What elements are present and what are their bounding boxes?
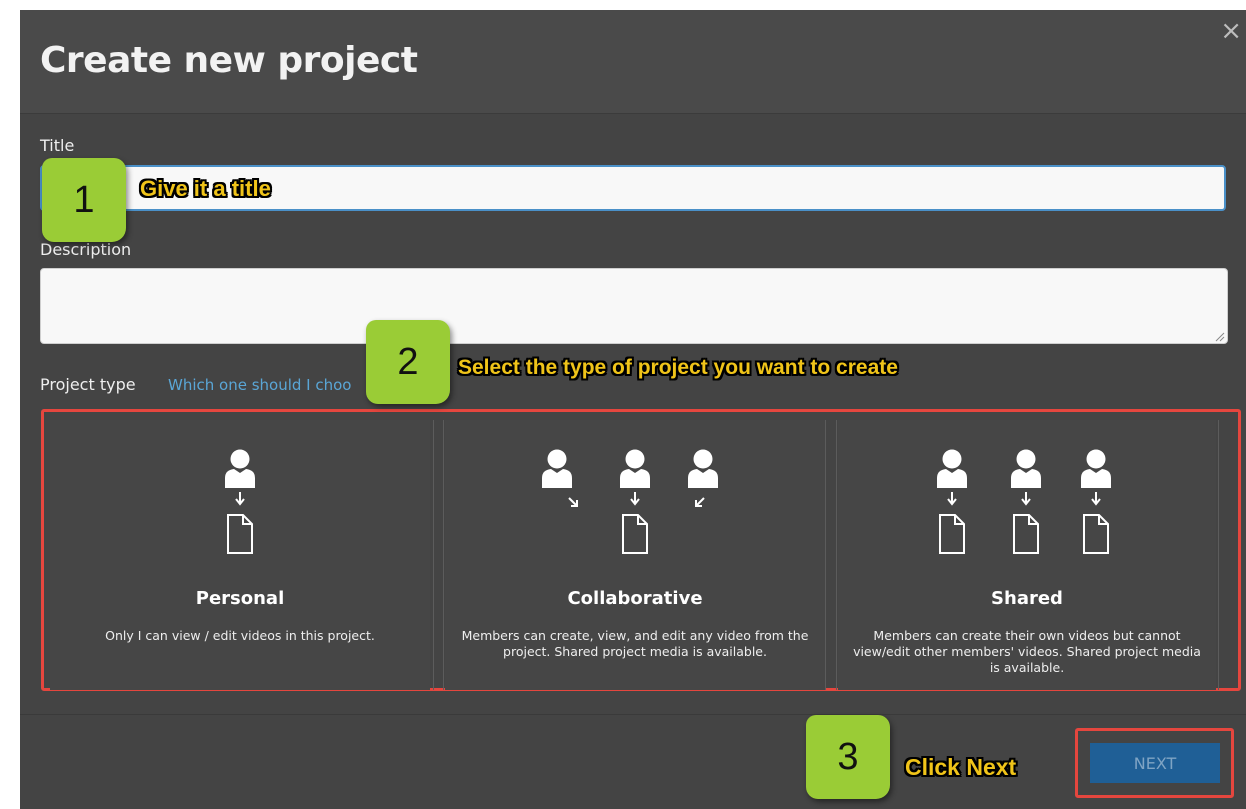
document-icon — [227, 514, 253, 554]
project-type-name: Shared — [991, 588, 1063, 609]
dialog-title: Create new project — [40, 40, 418, 81]
project-type-description: Only I can view / edit videos in this pr… — [105, 628, 375, 643]
project-type-help-link[interactable]: Which one should I choo — [168, 376, 351, 394]
description-textarea[interactable] — [40, 268, 1228, 344]
arrow-icon — [235, 491, 245, 505]
card-divider — [836, 420, 837, 690]
step-1-badge: 1 — [42, 158, 126, 242]
document-icon — [622, 514, 648, 554]
card-divider — [433, 420, 434, 690]
document-icon — [1013, 514, 1039, 554]
step-2-badge: 2 — [366, 320, 450, 404]
card-divider — [825, 420, 826, 690]
person-icon — [688, 449, 718, 488]
project-type-collaborative[interactable]: Collaborative Members can create, view, … — [445, 420, 825, 690]
card-divider — [1218, 420, 1219, 690]
collaborative-illustration — [542, 449, 718, 554]
description-label: Description — [40, 240, 132, 259]
step-3-callout: Click Next — [905, 754, 1017, 780]
project-type-name: Collaborative — [567, 588, 703, 609]
person-icon — [1081, 449, 1111, 488]
next-highlight: NEXT — [1075, 728, 1234, 798]
person-icon — [1011, 449, 1041, 488]
project-type-description: Members can create their own videos but … — [853, 628, 1201, 675]
card-divider — [443, 420, 444, 690]
arrow-icon — [630, 491, 640, 505]
resize-grip-icon[interactable] — [1215, 332, 1225, 342]
document-icon — [939, 514, 965, 554]
title-label: Title — [40, 136, 75, 155]
close-icon[interactable]: × — [1220, 16, 1242, 46]
project-type-name: Personal — [195, 588, 285, 609]
project-type-shared[interactable]: Shared Members can create their own vide… — [838, 420, 1216, 690]
person-icon — [542, 449, 572, 488]
footer-divider — [20, 714, 1246, 715]
step-3-badge: 3 — [806, 715, 890, 799]
project-type-label: Project type — [40, 375, 136, 394]
arrow-icon — [695, 497, 705, 507]
arrow-icon — [568, 497, 578, 507]
create-project-dialog: Create new project × Title Description P… — [20, 10, 1246, 809]
document-icon — [1083, 514, 1109, 554]
project-type-description: Members can create, view, and edit any v… — [461, 628, 809, 659]
next-button[interactable]: NEXT — [1090, 743, 1220, 783]
step-2-callout: Select the type of project you want to c… — [458, 356, 898, 379]
arrow-icon — [1021, 491, 1031, 505]
project-type-selector: Personal Only I can view / edit videos i… — [41, 409, 1241, 691]
personal-illustration — [225, 449, 255, 554]
person-icon — [225, 449, 255, 488]
person-icon — [937, 449, 967, 488]
person-icon — [620, 449, 650, 488]
project-type-personal[interactable]: Personal Only I can view / edit videos i… — [50, 420, 430, 690]
step-1-callout: Give it a title — [140, 176, 271, 201]
dialog-header: Create new project — [20, 10, 1246, 114]
shared-illustration — [937, 449, 1111, 554]
arrow-icon — [947, 491, 957, 505]
arrow-icon — [1091, 491, 1101, 505]
